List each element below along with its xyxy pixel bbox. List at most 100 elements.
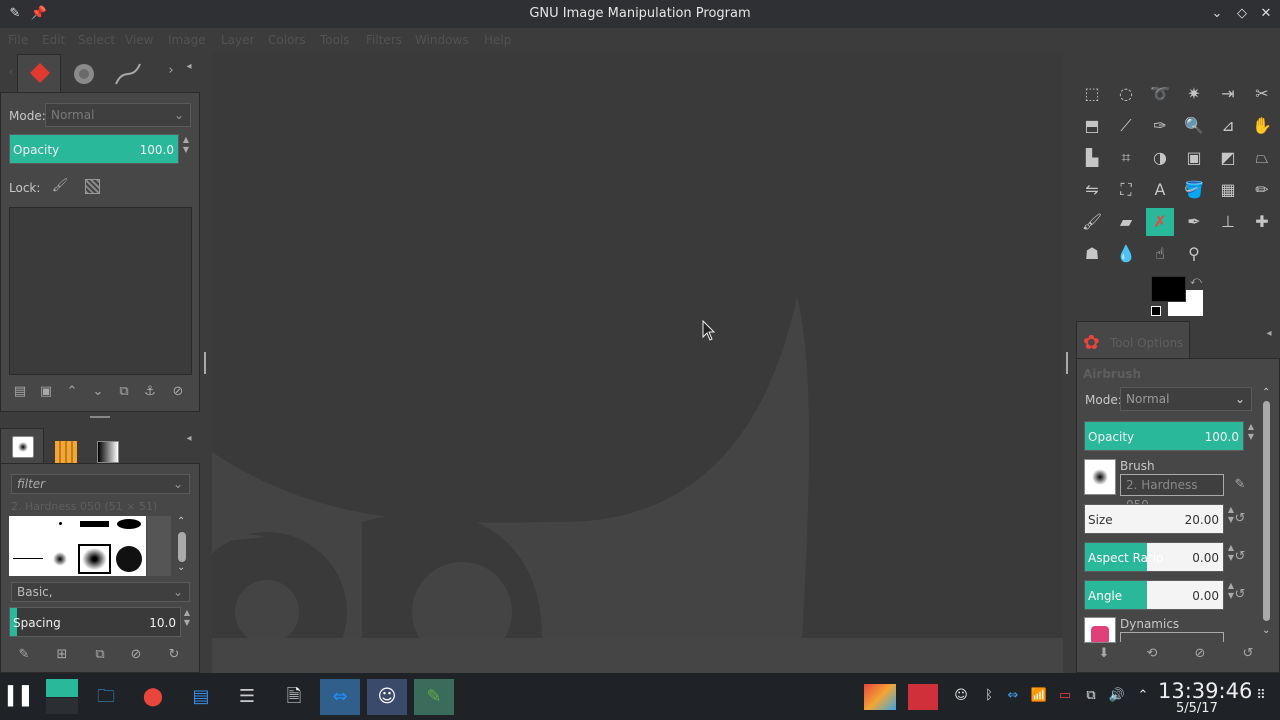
menu-colors[interactable]: Colors — [268, 33, 306, 47]
teamviewer-tray-icon[interactable]: ⇔ — [1004, 688, 1022, 706]
new-brush-icon[interactable]: ⊞ — [51, 644, 73, 666]
document-icon[interactable]: 🗎 — [274, 679, 314, 715]
restore-options-icon[interactable]: ⟲ — [1141, 643, 1163, 665]
fuzzy-select-icon[interactable]: ✷ — [1180, 80, 1208, 108]
smudge-icon[interactable]: ☝ — [1146, 240, 1174, 268]
terminal-icon[interactable]: ☰ — [227, 679, 267, 715]
dynamics-field[interactable] — [1120, 632, 1224, 642]
new-layer-group-icon[interactable]: ▣ — [35, 381, 57, 403]
gimp-task-icon[interactable]: ✎ — [414, 679, 454, 715]
select-by-color-icon[interactable]: ⬒ — [1078, 112, 1106, 140]
brush-grid[interactable] — [9, 516, 146, 576]
layers-opacity-slider[interactable]: Opacity 100.0 — [9, 134, 179, 164]
menu-select[interactable]: Select — [78, 33, 115, 47]
menu-edit[interactable]: Edit — [42, 33, 65, 47]
anchor-icon[interactable]: ⚓ — [139, 381, 161, 403]
bluetooth-icon[interactable]: ᛒ — [980, 688, 998, 706]
aspect-ratio-slider[interactable]: Aspect Ratio 0.00 — [1084, 542, 1224, 572]
file-manager-icon[interactable]: 🗀 — [86, 679, 126, 715]
dynamics-preview[interactable] — [1084, 617, 1116, 643]
tool-mode-select[interactable]: Normal ⌄ — [1120, 387, 1252, 411]
workspace-pager[interactable] — [42, 679, 82, 715]
clipboard-icon[interactable]: ⧉ — [1082, 688, 1100, 706]
tool-opacity-slider[interactable]: Opacity 100.0 — [1084, 421, 1244, 451]
reset-angle-icon[interactable]: ↺ — [1229, 584, 1251, 606]
minimize-icon[interactable]: ⌄ — [1208, 5, 1226, 23]
lock-pixels-icon[interactable]: 🖌 — [49, 175, 71, 197]
blend-icon[interactable]: ▦ — [1214, 176, 1242, 204]
perspective-clone-icon[interactable]: ☗ — [1078, 240, 1106, 268]
refresh-brushes-icon[interactable]: ↻ — [163, 644, 185, 666]
clock-date[interactable]: 5/5/17 — [1176, 701, 1218, 716]
start-menu-icon[interactable]: ▍▌ — [2, 679, 42, 715]
paths-tool-icon[interactable]: ⟋ — [1112, 112, 1140, 140]
edit-brush-icon-2[interactable]: ✎ — [1229, 474, 1251, 496]
wifi-icon[interactable]: 📶 — [1030, 688, 1048, 706]
tab-tool-options[interactable]: ✿ Tool Options — [1076, 321, 1190, 359]
brush-name-field[interactable]: 2. Hardness 050 — [1120, 474, 1224, 512]
menu-file[interactable]: File — [8, 33, 28, 47]
dock-separator[interactable] — [90, 416, 110, 418]
restore-icon[interactable]: ◇ — [1233, 5, 1251, 23]
lock-alpha-icon[interactable] — [85, 179, 100, 194]
left-resize-handle[interactable] — [204, 352, 206, 374]
menu-image[interactable]: Image — [168, 33, 206, 47]
discord-icon[interactable]: ☺ — [367, 679, 407, 715]
text-editor-icon[interactable]: ▤ — [181, 679, 221, 715]
duplicate-layer-icon[interactable]: ⧉ — [113, 381, 135, 403]
clock-time[interactable]: 13:39:46 — [1158, 679, 1252, 703]
right-resize-handle[interactable] — [1066, 352, 1068, 374]
blur-icon[interactable]: 💧 — [1112, 240, 1140, 268]
delete-layer-icon[interactable]: ⊘ — [167, 381, 189, 403]
menu-windows[interactable]: Windows — [415, 33, 469, 47]
menu-view[interactable]: View — [125, 33, 153, 47]
show-desktop-icon[interactable]: ⠿ — [1252, 688, 1270, 706]
measure-icon[interactable]: ⊿ — [1214, 112, 1242, 140]
reset-size-icon[interactable]: ↺ — [1229, 508, 1251, 530]
brush-preview[interactable] — [1084, 459, 1116, 495]
swap-colors-icon[interactable]: ⤺ — [1190, 274, 1202, 288]
menu-help[interactable]: Help — [484, 33, 511, 47]
tool-opacity-spin[interactable]: ▲ ▼ — [1245, 422, 1257, 442]
rotate-icon[interactable]: ◑ — [1146, 144, 1174, 172]
brush-filter-input[interactable]: filter ⌄ — [11, 474, 190, 494]
reset-aspect-icon[interactable]: ↺ — [1229, 546, 1251, 568]
tab-gradients[interactable] — [88, 428, 132, 466]
raise-layer-icon[interactable]: ⌃ — [61, 381, 83, 403]
align-icon[interactable]: ▙ — [1078, 144, 1106, 172]
airbrush-icon[interactable]: ✗ — [1146, 208, 1174, 236]
image-canvas[interactable] — [212, 52, 1063, 638]
foreground-color-swatch[interactable] — [1151, 276, 1186, 302]
tray-expand-icon[interactable]: ⌃ — [1134, 688, 1152, 706]
selected-brush[interactable] — [78, 544, 111, 574]
crop-icon[interactable]: ⌗ — [1112, 144, 1140, 172]
eraser-icon[interactable]: ▰ — [1112, 208, 1140, 236]
teamviewer-icon[interactable]: ⇔ — [320, 679, 360, 715]
dodge-burn-icon[interactable]: ⚲ — [1180, 240, 1208, 268]
delete-options-icon[interactable]: ⊘ — [1189, 643, 1211, 665]
spacing-spin[interactable]: ▲ ▼ — [181, 608, 193, 628]
duplicate-brush-icon[interactable]: ⧉ — [89, 644, 111, 666]
color-picker-icon[interactable]: ✑ — [1146, 112, 1174, 140]
menu-tools[interactable]: Tools — [320, 33, 350, 47]
perspective-icon[interactable]: ⏢ — [1248, 144, 1276, 172]
brush-grid-scrollbar[interactable]: ⌃ ⌄ — [173, 516, 191, 576]
dock-menu-icon-2[interactable]: ◂ — [178, 428, 200, 450]
scale-icon[interactable]: ▣ — [1180, 144, 1208, 172]
default-colors-icon[interactable] — [1151, 306, 1161, 316]
edit-brush-icon[interactable]: ✎ — [13, 644, 35, 666]
angle-slider[interactable]: Angle 0.00 — [1084, 580, 1224, 610]
brush-tag-input[interactable]: Basic, ⌄ — [11, 582, 190, 602]
tab-channels[interactable] — [62, 56, 106, 94]
volume-icon[interactable]: 🔊 — [1108, 688, 1126, 706]
shear-icon[interactable]: ◩ — [1214, 144, 1242, 172]
tab-paths[interactable] — [106, 56, 150, 94]
size-slider[interactable]: Size 20.00 — [1084, 504, 1224, 534]
opacity-spin[interactable]: ▲ ▼ — [180, 135, 192, 155]
heal-icon[interactable]: ✚ — [1248, 208, 1276, 236]
dock-menu-icon-3[interactable]: ◂ — [1258, 323, 1280, 345]
tab-layers[interactable] — [17, 54, 61, 92]
menu-filters[interactable]: Filters — [366, 33, 402, 47]
zoom-icon[interactable]: 🔍 — [1180, 112, 1208, 140]
pencil-icon[interactable]: ✏ — [1248, 176, 1276, 204]
